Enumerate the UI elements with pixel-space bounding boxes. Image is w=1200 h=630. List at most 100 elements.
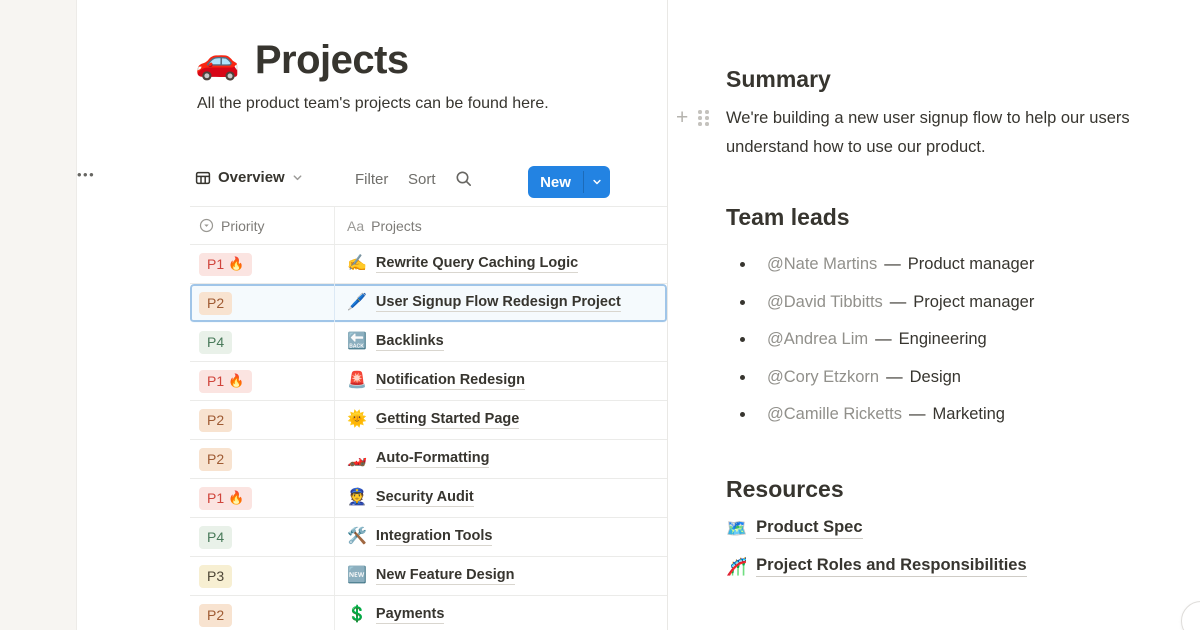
column-header-priority[interactable]: Priority: [190, 207, 335, 244]
resource-link[interactable]: 🎢 Project Roles and Responsibilities: [726, 556, 1027, 577]
project-cell[interactable]: 🖊️ User Signup Flow Redesign Project: [335, 284, 667, 322]
filter-button[interactable]: Filter: [355, 171, 388, 188]
project-cell[interactable]: 🚨 Notification Redesign: [335, 362, 667, 400]
sort-button[interactable]: Sort: [408, 171, 436, 188]
priority-badge: P4: [199, 526, 232, 549]
table-row[interactable]: P1 🔥 👮 Security Audit: [190, 479, 667, 518]
bullet-dot: [740, 412, 745, 417]
more-options-button[interactable]: •••: [77, 167, 95, 182]
project-page-link[interactable]: Backlinks: [376, 333, 444, 351]
project-page-icon: 🏎️: [347, 451, 367, 467]
dash-separator: —: [884, 255, 901, 274]
new-button-dropdown[interactable]: [584, 166, 610, 198]
table-row[interactable]: P2 💲 Payments: [190, 596, 667, 630]
project-cell[interactable]: 🛠️ Integration Tools: [335, 518, 667, 556]
table-row[interactable]: P4 🛠️ Integration Tools: [190, 518, 667, 557]
dash-separator: —: [875, 330, 892, 349]
person-mention[interactable]: @Camille Ricketts: [767, 405, 902, 424]
summary-paragraph: We're building a new user signup flow to…: [726, 104, 1200, 162]
project-cell[interactable]: ✍️ Rewrite Query Caching Logic: [335, 245, 667, 283]
page-title[interactable]: 🚗 Projects: [195, 38, 409, 83]
page-title-text[interactable]: Projects: [255, 38, 409, 83]
title-property-icon: Aa: [347, 218, 364, 234]
priority-badge: P4: [199, 331, 232, 354]
priority-cell[interactable]: P2: [190, 596, 335, 630]
column-header-priority-label: Priority: [221, 218, 265, 234]
priority-badge: P3: [199, 565, 232, 588]
team-leads-heading: Team leads: [726, 204, 850, 231]
project-cell[interactable]: 👮 Security Audit: [335, 479, 667, 517]
person-mention[interactable]: @Cory Etzkorn: [767, 368, 879, 387]
project-cell[interactable]: 🆕 New Feature Design: [335, 557, 667, 595]
select-property-icon: [199, 218, 214, 233]
list-item: @Camille Ricketts — Marketing: [726, 396, 1034, 434]
database-toolbar: Overview Filter Sort ••• New: [77, 166, 667, 200]
resource-page-link[interactable]: Project Roles and Responsibilities: [756, 556, 1027, 577]
project-page-link[interactable]: Rewrite Query Caching Logic: [376, 255, 578, 273]
project-page-link[interactable]: Integration Tools: [376, 528, 493, 546]
priority-cell[interactable]: P3: [190, 557, 335, 595]
person-mention[interactable]: @Nate Martins: [767, 255, 877, 274]
table-row[interactable]: P2 🖊️ User Signup Flow Redesign Project: [190, 284, 667, 323]
summary-heading: Summary: [726, 66, 831, 93]
drag-handle-icon[interactable]: [698, 110, 709, 126]
view-tab-overview[interactable]: Overview: [195, 169, 303, 186]
priority-badge: P1 🔥: [199, 370, 252, 393]
table-view-icon: [195, 170, 211, 186]
new-button[interactable]: New: [528, 166, 583, 198]
priority-cell[interactable]: P1 🔥: [190, 245, 335, 283]
side-peek-panel: Summary + We're building a new user sign…: [667, 0, 1200, 630]
bullet-dot: [740, 300, 745, 305]
priority-cell[interactable]: P1 🔥: [190, 362, 335, 400]
project-page-icon: 👮: [347, 490, 367, 506]
page-icon-car-emoji[interactable]: 🚗: [195, 43, 240, 79]
resource-link[interactable]: 🗺️ Product Spec: [726, 518, 863, 539]
priority-cell[interactable]: P1 🔥: [190, 479, 335, 517]
database-page: 🚗 Projects All the product team's projec…: [77, 0, 667, 630]
person-role: Product manager: [908, 255, 1035, 274]
priority-cell[interactable]: P2: [190, 284, 335, 322]
project-page-link[interactable]: Notification Redesign: [376, 372, 525, 390]
project-page-link[interactable]: New Feature Design: [376, 567, 515, 585]
priority-badge: P2: [199, 604, 232, 627]
dash-separator: —: [886, 368, 903, 387]
project-page-link[interactable]: User Signup Flow Redesign Project: [376, 294, 621, 312]
table-row[interactable]: P3 🆕 New Feature Design: [190, 557, 667, 596]
search-icon[interactable]: [455, 170, 473, 188]
priority-cell[interactable]: P4: [190, 518, 335, 556]
person-role: Project manager: [913, 293, 1034, 312]
app-window: 🚗 Projects All the product team's projec…: [0, 0, 1200, 630]
person-mention[interactable]: @David Tibbitts: [767, 293, 883, 312]
list-item: @David Tibbitts — Project manager: [726, 284, 1034, 322]
priority-cell[interactable]: P2: [190, 401, 335, 439]
page-description[interactable]: All the product team's projects can be f…: [197, 92, 553, 116]
resource-page-icon: 🎢: [726, 558, 747, 575]
project-cell[interactable]: 💲 Payments: [335, 596, 667, 630]
priority-badge: P1 🔥: [199, 487, 252, 510]
table-row[interactable]: P1 🔥 🚨 Notification Redesign: [190, 362, 667, 401]
add-block-icon[interactable]: +: [676, 108, 688, 128]
person-mention[interactable]: @Andrea Lim: [767, 330, 868, 349]
priority-cell[interactable]: P2: [190, 440, 335, 478]
project-cell[interactable]: 🔙 Backlinks: [335, 323, 667, 361]
column-header-projects[interactable]: Aa Projects: [335, 207, 667, 244]
list-item: @Nate Martins — Product manager: [726, 246, 1034, 284]
table-row[interactable]: P4 🔙 Backlinks: [190, 323, 667, 362]
priority-badge: P2: [199, 448, 232, 471]
project-page-link[interactable]: Payments: [376, 606, 445, 624]
resource-page-link[interactable]: Product Spec: [756, 518, 862, 539]
column-header-projects-label: Projects: [371, 218, 422, 234]
bullet-dot: [740, 375, 745, 380]
table-row[interactable]: P2 🌞 Getting Started Page: [190, 401, 667, 440]
app-sidebar[interactable]: [0, 0, 77, 630]
project-page-icon: 🔙: [347, 334, 367, 350]
project-page-link[interactable]: Auto-Formatting: [376, 450, 490, 468]
table-row[interactable]: P2 🏎️ Auto-Formatting: [190, 440, 667, 479]
priority-cell[interactable]: P4: [190, 323, 335, 361]
project-cell[interactable]: 🏎️ Auto-Formatting: [335, 440, 667, 478]
table-row[interactable]: P1 🔥 ✍️ Rewrite Query Caching Logic: [190, 245, 667, 284]
table-header-row: Priority Aa Projects: [190, 206, 667, 245]
project-cell[interactable]: 🌞 Getting Started Page: [335, 401, 667, 439]
project-page-link[interactable]: Security Audit: [376, 489, 474, 507]
project-page-link[interactable]: Getting Started Page: [376, 411, 519, 429]
